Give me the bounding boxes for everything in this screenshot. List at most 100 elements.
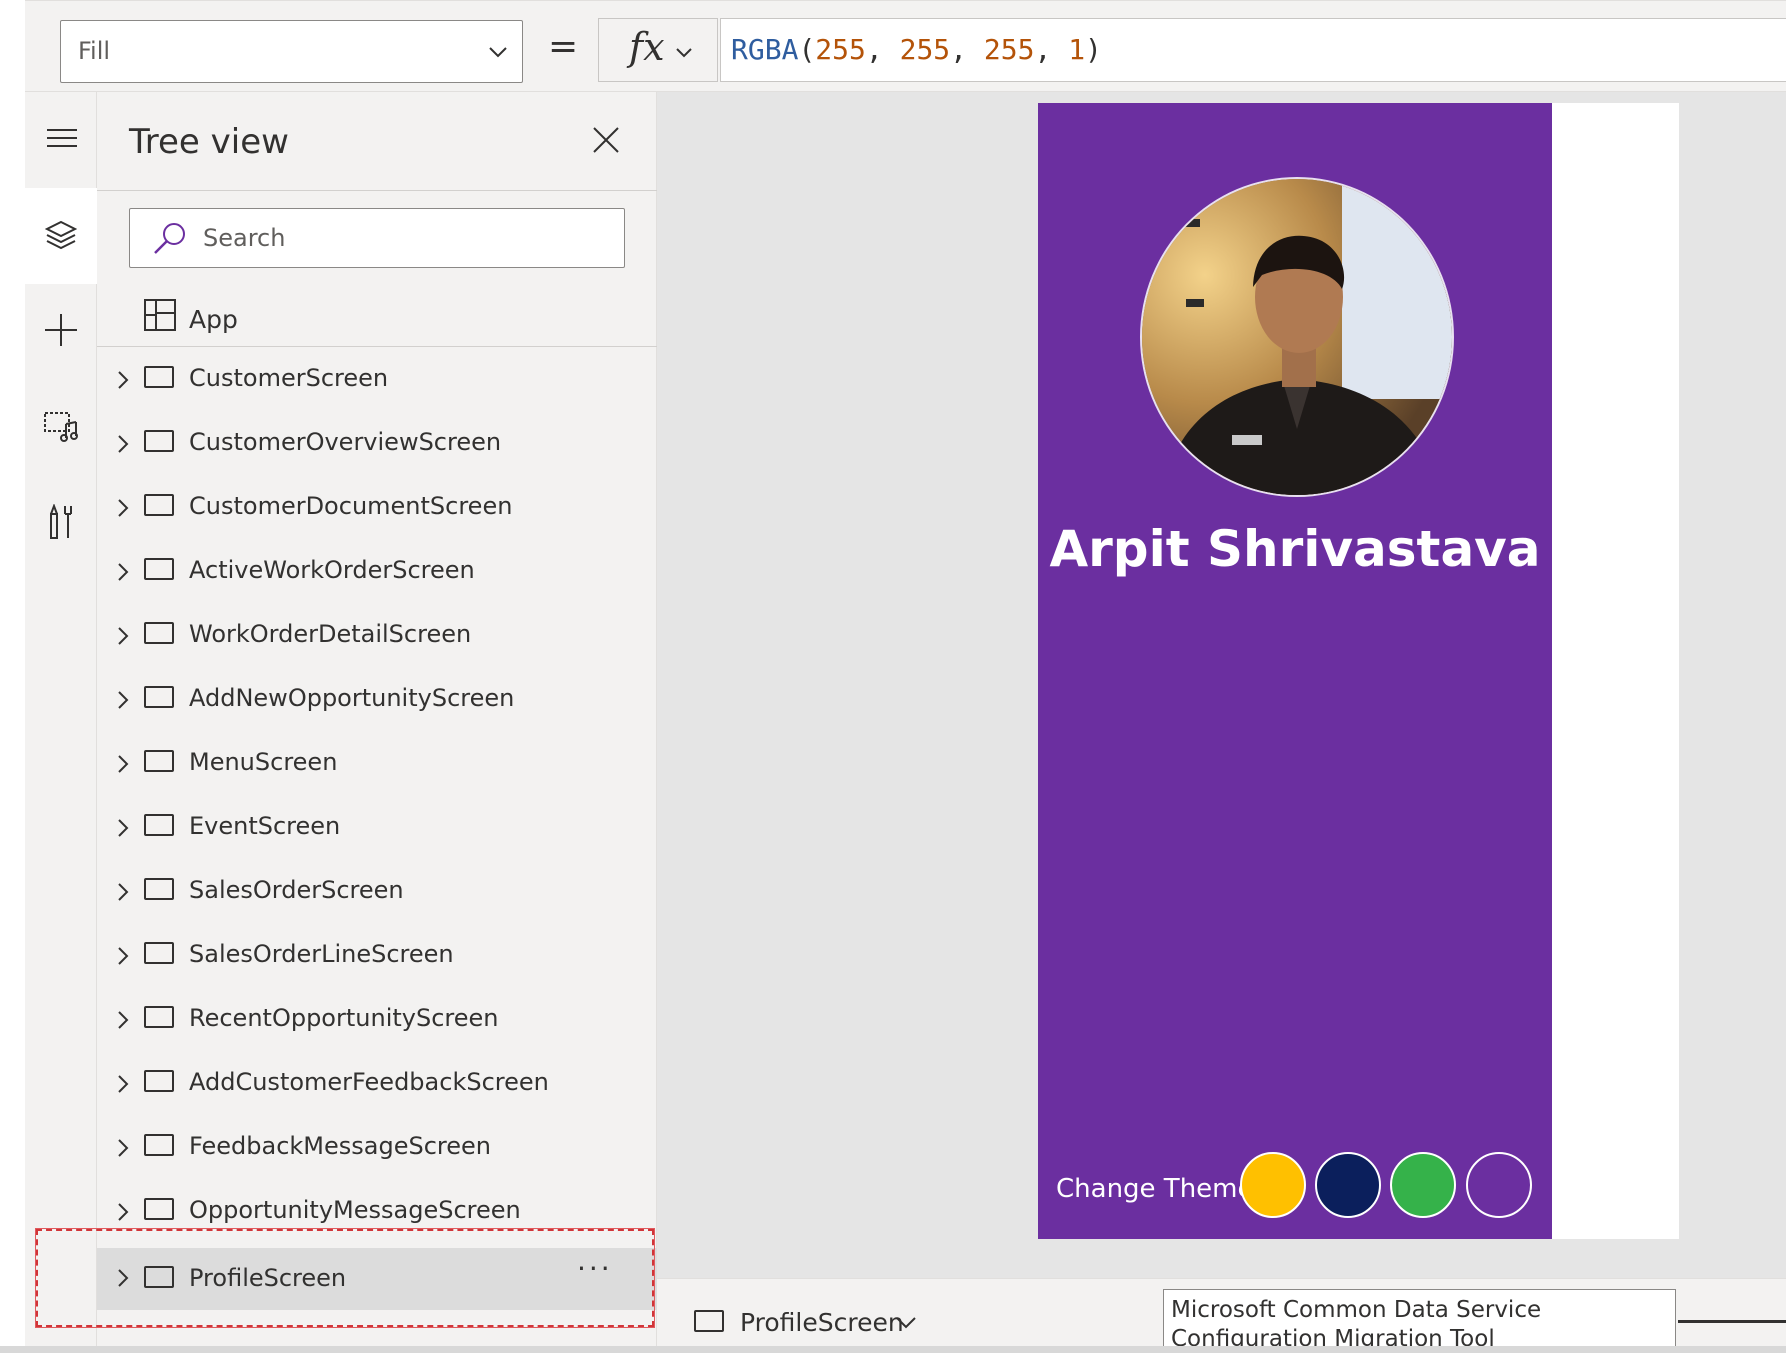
chevron-right-icon[interactable] <box>117 562 129 586</box>
profile-avatar[interactable] <box>1140 177 1454 497</box>
formula-arg: 255 <box>899 33 951 66</box>
tree-item-screen[interactable]: WorkOrderDetailScreen <box>97 608 657 664</box>
screen-icon <box>144 686 174 708</box>
chevron-right-icon[interactable] <box>117 1202 129 1226</box>
formula-close-paren: ) <box>1085 33 1102 66</box>
formula-separator: , <box>1034 33 1069 66</box>
fx-icon: fx <box>629 25 665 69</box>
current-screen-selector[interactable]: ProfileScreen <box>740 1308 904 1337</box>
theme-swatch-purple[interactable] <box>1466 1152 1532 1218</box>
tree-item-screen[interactable]: CustomerOverviewScreen <box>97 416 657 472</box>
formula-separator: , <box>950 33 984 66</box>
screen-icon <box>144 1006 174 1028</box>
tree-item-screen[interactable]: FeedbackMessageScreen <box>97 1120 657 1176</box>
profile-name[interactable]: Arpit Shrivastava <box>1038 520 1552 578</box>
tree-item-label: App <box>189 305 238 334</box>
tree-item-screen[interactable]: RecentOpportunityScreen <box>97 992 657 1048</box>
chevron-right-icon[interactable] <box>117 690 129 714</box>
tree-item-label: MenuScreen <box>189 748 338 776</box>
formula-arg: 255 <box>815 33 866 66</box>
property-dropdown[interactable]: Fill <box>60 20 523 83</box>
property-value: Fill <box>78 37 111 65</box>
screen-icon <box>144 366 174 388</box>
theme-swatch-green[interactable] <box>1390 1152 1456 1218</box>
chevron-right-icon[interactable] <box>117 1138 129 1162</box>
tree-item-screen[interactable]: CustomerScreen <box>97 352 657 408</box>
tree-view-button[interactable] <box>25 188 97 284</box>
screen-icon <box>144 430 174 452</box>
tree-item-label: CustomerScreen <box>189 364 389 392</box>
chevron-right-icon[interactable] <box>117 1010 129 1034</box>
screen-icon <box>144 750 174 772</box>
tooltip: Microsoft Common Data Service Configurat… <box>1163 1289 1676 1353</box>
formula-function: RGBA <box>731 33 799 66</box>
chevron-right-icon[interactable] <box>117 754 129 778</box>
left-rail <box>25 92 97 1353</box>
tree-item-label: AddNewOpportunityScreen <box>189 684 515 712</box>
chevron-right-icon[interactable] <box>117 882 129 906</box>
formula-open-paren: ( <box>798 33 816 66</box>
advanced-tools-button[interactable] <box>25 476 97 572</box>
screen-icon <box>694 1310 724 1332</box>
close-button[interactable] <box>592 126 624 158</box>
tree-item-screen[interactable]: MenuScreen <box>97 736 657 792</box>
tree-item-screen[interactable]: AddCustomerFeedbackScreen <box>97 1056 657 1112</box>
screen-icon <box>144 1198 174 1220</box>
tree-item-label: SalesOrderLineScreen <box>189 940 454 968</box>
tree-item-label: WorkOrderDetailScreen <box>189 620 472 648</box>
screen-icon <box>144 878 174 900</box>
zoom-slider[interactable] <box>1678 1320 1786 1323</box>
divider <box>97 190 657 191</box>
formula-input[interactable]: RGBA(255, 255, 255, 1) <box>720 18 1786 82</box>
chevron-right-icon[interactable] <box>117 498 129 522</box>
chevron-right-icon[interactable] <box>117 818 129 842</box>
search-input[interactable]: Search <box>129 208 625 268</box>
insert-button[interactable] <box>25 284 97 380</box>
screen-icon <box>144 1134 174 1156</box>
screen-icon <box>144 814 174 836</box>
tooltip-text: Microsoft Common Data Service Configurat… <box>1171 1297 1542 1352</box>
search-placeholder: Search <box>203 224 286 252</box>
tree-item-screen[interactable]: EventScreen <box>97 800 657 856</box>
screen-icon <box>144 622 174 644</box>
formula-separator: , <box>865 33 900 66</box>
tree-item-label: AddCustomerFeedbackScreen <box>189 1068 549 1096</box>
tree-item-screen[interactable]: SalesOrderLineScreen <box>97 928 657 984</box>
formula-text: RGBA(255, 255, 255, 1) <box>731 33 1102 66</box>
fx-button[interactable]: fx <box>598 18 718 82</box>
chevron-down-icon[interactable] <box>895 1314 917 1333</box>
tree-item-screen[interactable]: CustomerDocumentScreen <box>97 480 657 536</box>
tree-item-label: OpportunityMessageScreen <box>189 1196 521 1224</box>
chevron-right-icon[interactable] <box>117 626 129 650</box>
theme-swatch-navy[interactable] <box>1315 1152 1381 1218</box>
screen-icon <box>144 942 174 964</box>
screen-icon <box>144 558 174 580</box>
screen-icon <box>144 1070 174 1092</box>
equals-sign: = <box>548 26 579 67</box>
menu-button[interactable] <box>25 92 97 188</box>
media-button[interactable] <box>25 380 97 476</box>
tree-item-label: CustomerDocumentScreen <box>189 492 513 520</box>
tree-item-label: RecentOpportunityScreen <box>189 1004 499 1032</box>
tree-item-label: SalesOrderScreen <box>189 876 404 904</box>
horizontal-scrollbar[interactable] <box>0 1346 1786 1353</box>
tree-item-screen[interactable]: ActiveWorkOrderScreen <box>97 544 657 600</box>
chevron-right-icon[interactable] <box>117 946 129 970</box>
tree-item-screen[interactable]: SalesOrderScreen <box>97 864 657 920</box>
profile-photo <box>1142 179 1452 495</box>
divider <box>97 346 657 347</box>
chevron-right-icon[interactable] <box>117 434 129 458</box>
screen-icon <box>144 494 174 516</box>
tree-item-label: FeedbackMessageScreen <box>189 1132 491 1160</box>
tree-item-app[interactable]: App <box>97 295 657 347</box>
theme-swatch-yellow[interactable] <box>1240 1152 1306 1218</box>
tree-item-screen[interactable]: AddNewOpportunityScreen <box>97 672 657 728</box>
tree-view-title: Tree view <box>129 122 289 162</box>
chevron-right-icon[interactable] <box>117 370 129 394</box>
chevron-right-icon[interactable] <box>117 1074 129 1098</box>
chevron-down-icon <box>675 43 693 62</box>
formula-arg: 255 <box>983 33 1035 66</box>
close-icon <box>592 127 620 158</box>
selection-highlight <box>35 1228 655 1328</box>
formula-arg: 1 <box>1068 33 1086 66</box>
